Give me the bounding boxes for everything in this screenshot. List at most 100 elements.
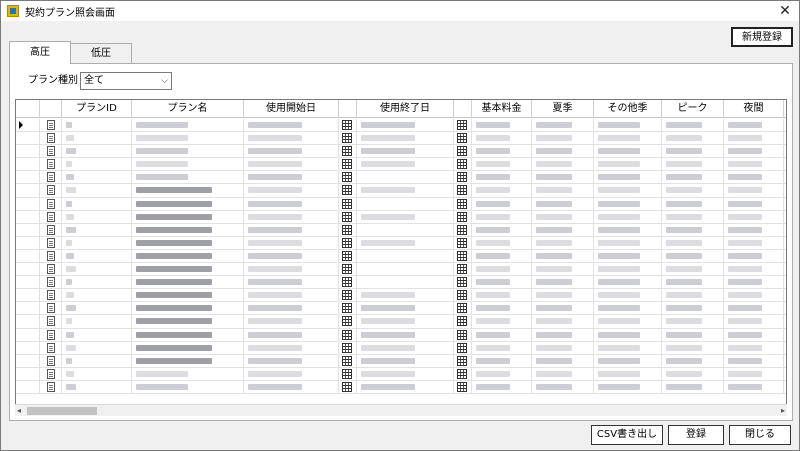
table-row[interactable] [16,367,786,381]
document-icon[interactable] [47,368,55,379]
table-row[interactable] [16,236,786,250]
cell-start-date-picker[interactable] [339,132,357,145]
calendar-icon[interactable] [457,316,467,327]
table-row[interactable] [16,302,786,316]
document-icon[interactable] [47,290,55,301]
column-header-start-date[interactable]: 使用開始日 [244,100,339,118]
calendar-icon[interactable] [342,368,352,379]
cell-row-selector[interactable] [16,341,40,354]
scroll-left-icon[interactable]: ◂ [17,406,21,415]
calendar-icon[interactable] [457,198,467,209]
table-row[interactable] [16,249,786,264]
tab-high-voltage[interactable]: 高圧 [9,41,71,64]
table-row[interactable] [16,315,786,329]
cell-row-selector[interactable] [16,367,40,380]
calendar-icon[interactable] [342,277,352,288]
table-row[interactable] [16,158,786,172]
cell-start-date-picker[interactable] [339,328,357,341]
calendar-icon[interactable] [457,133,467,144]
calendar-icon[interactable] [457,185,467,196]
document-icon[interactable] [47,342,55,353]
document-icon[interactable] [47,250,55,261]
table-row[interactable] [16,263,786,277]
cell-end-date-picker[interactable] [454,276,472,289]
cell-end-date-picker[interactable] [454,197,472,210]
cell-row-selector[interactable] [16,223,40,236]
cell-end-date-picker[interactable] [454,249,472,263]
cell-end-date-picker[interactable] [454,341,472,354]
cell-end-date-picker[interactable] [454,119,472,132]
calendar-icon[interactable] [342,342,352,353]
cell-start-date-picker[interactable] [339,210,357,223]
cell-end-date-picker[interactable] [454,367,472,380]
cell-start-date-picker[interactable] [339,263,357,276]
calendar-icon[interactable] [342,198,352,209]
cell-row-selector[interactable] [16,315,40,328]
document-icon[interactable] [47,264,55,275]
column-header-start-date-picker[interactable] [339,100,357,118]
cell-end-date-picker[interactable] [454,223,472,236]
cell-end-date-picker[interactable] [454,158,472,171]
cell-row-selector[interactable] [16,328,40,341]
cell-row-selector[interactable] [16,158,40,171]
cell-start-date-picker[interactable] [339,380,357,393]
table-row[interactable] [16,119,786,133]
calendar-icon[interactable] [342,290,352,301]
cell-row-selector[interactable] [16,289,40,302]
cell-start-date-picker[interactable] [339,119,357,132]
document-icon[interactable] [47,211,55,222]
cell-row-selector[interactable] [16,132,40,145]
calendar-icon[interactable] [342,159,352,170]
calendar-icon[interactable] [457,237,467,248]
calendar-icon[interactable] [457,159,467,170]
table-row[interactable] [16,354,786,368]
column-header-other-season[interactable]: その他季 [594,100,662,118]
close-window-button[interactable]: ✕ [777,3,793,19]
cell-end-date-picker[interactable] [454,289,472,302]
cell-end-date-picker[interactable] [454,145,472,158]
document-icon[interactable] [47,120,55,130]
calendar-icon[interactable] [342,172,352,183]
document-icon[interactable] [47,159,55,170]
table-row[interactable] [16,289,786,303]
document-icon[interactable] [47,133,55,144]
cell-start-date-picker[interactable] [339,236,357,249]
calendar-icon[interactable] [342,120,352,130]
table-row[interactable] [16,132,786,146]
scrollbar-thumb[interactable] [27,407,97,415]
table-row[interactable] [16,341,786,355]
cell-end-date-picker[interactable] [454,263,472,276]
calendar-icon[interactable] [457,172,467,183]
cell-end-date-picker[interactable] [454,171,472,184]
cell-row-selector[interactable] [16,236,40,249]
calendar-icon[interactable] [342,381,352,392]
cell-start-date-picker[interactable] [339,315,357,328]
document-icon[interactable] [47,237,55,248]
cell-row-selector[interactable] [16,302,40,315]
cell-start-date-picker[interactable] [339,158,357,171]
calendar-icon[interactable] [457,264,467,275]
table-row[interactable] [16,380,786,394]
document-icon[interactable] [47,355,55,366]
cell-start-date-picker[interactable] [339,171,357,184]
cell-start-date-picker[interactable] [339,197,357,210]
cell-row-selector[interactable] [16,276,40,289]
cell-start-date-picker[interactable] [339,249,357,263]
new-registration-button[interactable]: 新規登録 [731,27,793,47]
cell-end-date-picker[interactable] [454,184,472,197]
document-icon[interactable] [47,316,55,327]
document-icon[interactable] [47,198,55,209]
cell-row-selector[interactable] [16,263,40,276]
calendar-icon[interactable] [342,237,352,248]
calendar-icon[interactable] [457,250,467,261]
calendar-icon[interactable] [342,264,352,275]
register-button[interactable]: 登録 [668,425,724,445]
table-row[interactable] [16,197,786,211]
calendar-icon[interactable] [342,303,352,314]
cell-end-date-picker[interactable] [454,302,472,315]
column-header-peak[interactable]: ピーク [662,100,724,118]
column-header-plan-name[interactable]: プラン名 [132,100,244,118]
document-icon[interactable] [47,172,55,183]
cell-start-date-picker[interactable] [339,276,357,289]
calendar-icon[interactable] [342,224,352,235]
